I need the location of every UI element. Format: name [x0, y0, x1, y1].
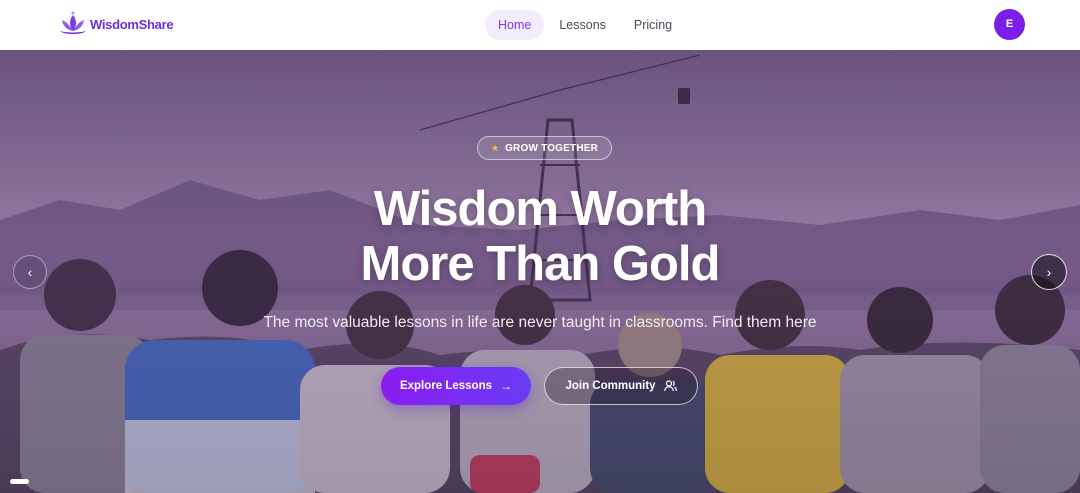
hero-title-line1: Wisdom Worth: [373, 182, 707, 236]
carousel-prev-button[interactable]: ‹: [13, 255, 47, 289]
hero-subtitle: The most valuable lessons in life are ne…: [263, 314, 817, 331]
top-navbar: WisdomShare Home Lessons Pricing E: [0, 0, 1080, 50]
carousel-indicator-active[interactable]: [10, 479, 29, 484]
nav-lessons[interactable]: Lessons: [546, 10, 619, 40]
logo-text: WisdomShare: [90, 16, 174, 32]
logo[interactable]: WisdomShare: [58, 11, 174, 37]
chevron-right-icon: ›: [1046, 264, 1052, 280]
explore-lessons-button[interactable]: Explore Lessons →: [381, 367, 531, 405]
explore-lessons-label: Explore Lessons: [399, 380, 493, 392]
chevron-left-icon: ‹: [27, 264, 33, 280]
join-community-label: Join Community: [565, 380, 656, 392]
hero-badge-text: GROW TOGETHER: [505, 142, 599, 154]
users-icon: [663, 380, 677, 392]
arrow-right-icon: →: [500, 379, 513, 393]
carousel-next-button[interactable]: ›: [1031, 254, 1067, 290]
star-icon: ★: [491, 142, 500, 153]
lotus-logo-icon: [60, 11, 86, 34]
main-nav: Home Lessons Pricing: [485, 10, 685, 40]
nav-pricing[interactable]: Pricing: [621, 10, 685, 40]
nav-home[interactable]: Home: [485, 10, 545, 40]
hero-carousel: ★ GROW TOGETHER Wisdom Worth More Than G…: [0, 50, 1080, 493]
join-community-button[interactable]: Join Community: [544, 367, 698, 405]
hero-title-line2: More Than Gold: [360, 237, 721, 291]
user-avatar[interactable]: E: [994, 9, 1025, 40]
hero-badge: ★ GROW TOGETHER: [477, 136, 613, 160]
